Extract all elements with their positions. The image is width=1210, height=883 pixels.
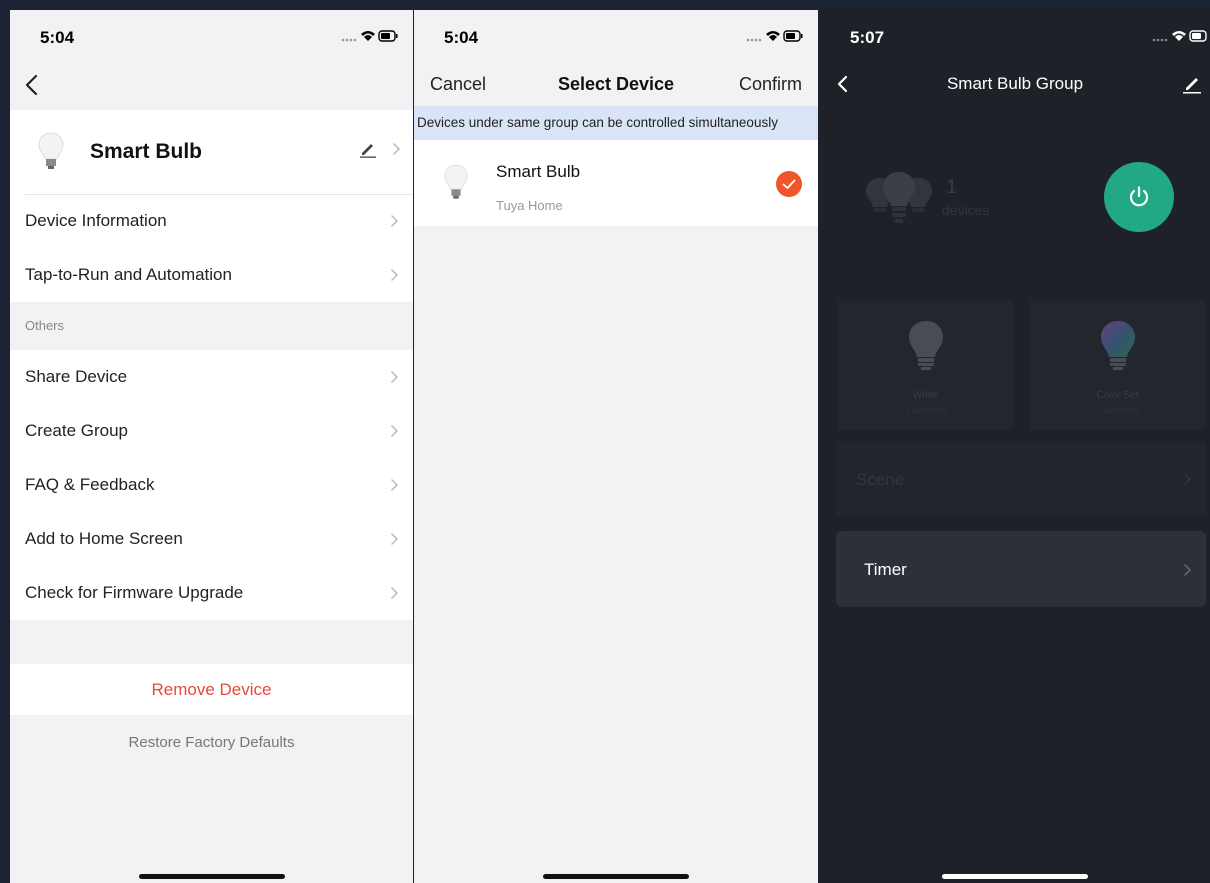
info-banner-text: Devices under same group can be controll… [417, 115, 778, 130]
chevron-right-icon [390, 586, 399, 600]
pencil-icon[interactable] [1182, 74, 1202, 94]
mode-sub: 0 devices [1096, 406, 1139, 417]
row-label: Add to Home Screen [25, 529, 183, 548]
row-device-information[interactable]: Device Information [10, 194, 413, 248]
status-time: 5:04 [444, 28, 479, 47]
row-label: Create Group [25, 421, 128, 440]
row-share-device[interactable]: Share Device [10, 350, 413, 404]
device-header[interactable]: Smart Bulb [10, 110, 413, 194]
timer-label: Timer [864, 560, 907, 579]
group-bulbs-icon [866, 172, 932, 223]
signal-wifi-battery-icon [746, 30, 803, 42]
color-bulb-icon [1101, 321, 1135, 370]
select-device-navbar: Cancel Select Device Confirm [414, 62, 818, 106]
info-banner: Devices under same group can be controll… [414, 106, 818, 140]
confirm-button[interactable]: Confirm [739, 74, 802, 95]
select-device-screen: 5:04 Cancel Select Device Confirm Device… [414, 10, 818, 883]
row-label: Tap-to-Run and Automation [25, 265, 232, 284]
mode-color-set-card[interactable]: Color Set 0 devices [1030, 300, 1205, 430]
device-item-home: Tuya Home [496, 198, 563, 213]
device-settings-screen: 5:04 Smart Bulb Device Information Tap-t… [10, 10, 413, 883]
home-indicator [138, 874, 285, 879]
remove-device-label: Remove Device [151, 680, 272, 699]
status-time: 5:07 [850, 28, 885, 47]
timer-row[interactable]: Timer [836, 531, 1206, 607]
mode-sub: 1 devices [904, 406, 947, 417]
device-name: Smart Bulb [90, 140, 203, 163]
row-tap-to-run[interactable]: Tap-to-Run and Automation [10, 248, 413, 302]
chevron-right-icon [1183, 472, 1192, 486]
white-bulb-icon [909, 321, 943, 370]
scene-row[interactable]: Scene [836, 442, 1206, 516]
mode-label: Color Set [1096, 390, 1139, 401]
status-bar: 5:07 [820, 10, 1210, 62]
scene-label: Scene [856, 470, 905, 489]
check-circle-icon[interactable] [776, 171, 802, 197]
chevron-right-icon [390, 532, 399, 546]
home-indicator [942, 874, 1088, 879]
status-bar: 5:04 [414, 10, 818, 62]
device-list-item[interactable]: Smart Bulb Tuya Home [414, 140, 818, 226]
home-indicator [543, 874, 689, 879]
pencil-icon[interactable] [359, 140, 377, 158]
row-firmware-upgrade[interactable]: Check for Firmware Upgrade [10, 566, 413, 620]
row-label: FAQ & Feedback [25, 475, 155, 494]
signal-wifi-battery-icon [1152, 30, 1207, 42]
mode-label: White [912, 390, 939, 401]
chevron-right-icon [390, 370, 399, 384]
device-count: 1 [946, 176, 958, 198]
signal-wifi-battery-icon [341, 30, 398, 42]
row-add-home-screen[interactable]: Add to Home Screen [10, 512, 413, 566]
row-label: Share Device [25, 367, 128, 386]
mode-white-card[interactable]: White 1 devices [838, 300, 1013, 430]
device-item-name: Smart Bulb [496, 162, 581, 181]
page-title: Smart Bulb Group [946, 74, 1084, 93]
chevron-right-icon [390, 268, 399, 282]
status-bar: 5:04 [10, 10, 413, 62]
row-create-group[interactable]: Create Group [10, 404, 413, 458]
row-label: Device Information [25, 211, 167, 230]
device-count-label: devices [942, 202, 990, 218]
section-header-others: Others [25, 318, 65, 333]
power-button[interactable] [1104, 162, 1174, 232]
bulb-icon [444, 164, 468, 199]
chevron-right-icon [390, 214, 399, 228]
group-control-screen: 5:07 Smart Bulb Group 1 devices White 1 … [820, 10, 1210, 883]
bulb-icon [38, 132, 64, 169]
restore-factory-defaults-button[interactable]: Restore Factory Defaults [10, 734, 413, 751]
group-navbar: Smart Bulb Group [820, 62, 1210, 106]
chevron-right-icon [1183, 563, 1192, 577]
chevron-right-icon [390, 424, 399, 438]
chevron-right-icon [392, 142, 401, 156]
remove-device-button[interactable]: Remove Device [10, 664, 413, 715]
back-chevron-icon[interactable] [22, 72, 44, 98]
power-icon [1129, 186, 1149, 207]
chevron-right-icon [390, 478, 399, 492]
row-faq-feedback[interactable]: FAQ & Feedback [10, 458, 413, 512]
row-label: Check for Firmware Upgrade [25, 583, 244, 602]
status-time: 5:04 [40, 28, 75, 47]
